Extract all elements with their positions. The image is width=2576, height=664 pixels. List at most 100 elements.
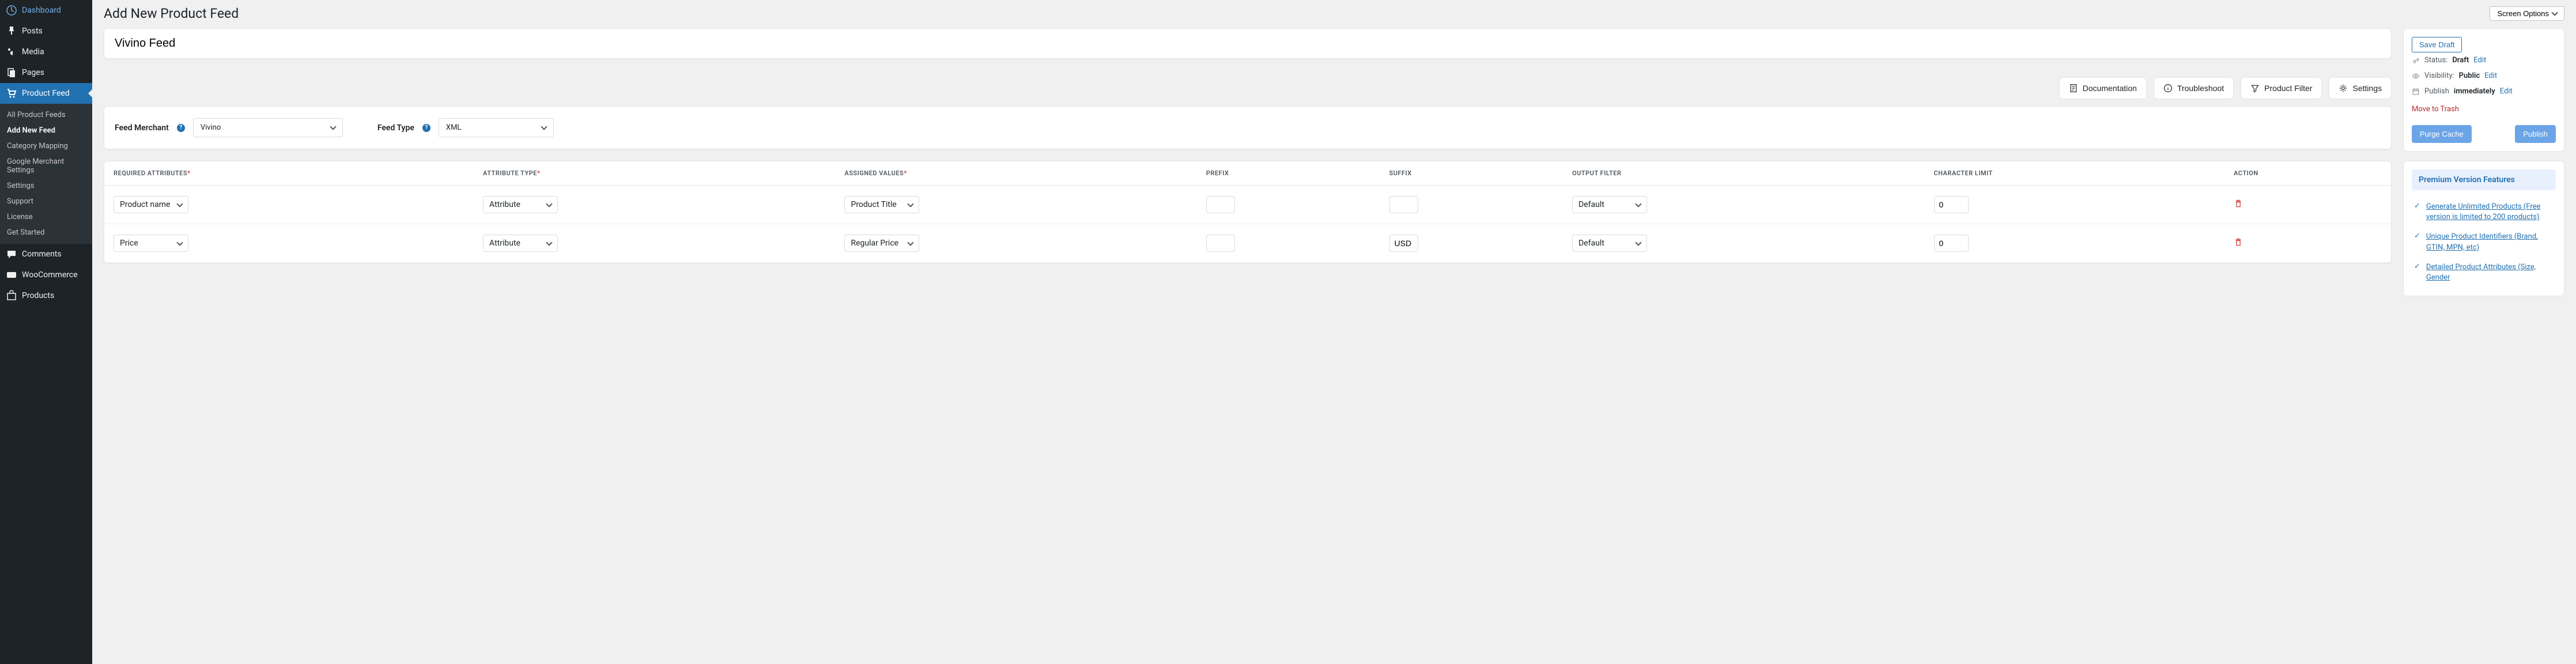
attr-type-select[interactable]: Attribute [483,235,558,252]
screen-options-toggle[interactable]: Screen Options [2490,6,2564,21]
table-row: Product name Attribute Product Title Def… [104,186,2391,224]
premium-feature-link[interactable]: Detailed Product Attributes (Size, Gende… [2426,262,2554,283]
label: Products [22,291,54,300]
suffix-input[interactable] [1389,196,1418,213]
sidebar-item-posts[interactable]: Posts [0,21,92,42]
product-filter-button[interactable]: Product Filter [2241,77,2322,99]
submenu-license[interactable]: License [0,209,92,225]
sidebar-item-comments[interactable]: Comments [0,244,92,265]
label: WooCommerce [22,270,78,280]
th-suffix: SUFFIX [1380,161,1563,186]
key-icon [2412,56,2420,65]
premium-feature-item: ✓Unique Product Identifiers (Brand, GTIN… [2412,227,2556,257]
submenu-all-feeds[interactable]: All Product Feeds [0,107,92,123]
sidebar-item-product-feed[interactable]: Product Feed [0,83,92,104]
required-attr-select[interactable]: Price [114,235,188,252]
char-limit-input[interactable] [1934,235,1969,252]
submenu-get-started[interactable]: Get Started [0,225,92,240]
sidebar-item-woocommerce[interactable]: WooCommerce [0,265,92,285]
purge-cache-button[interactable]: Purge Cache [2412,125,2472,143]
table-row: Price Attribute Regular Price Default [104,224,2391,263]
premium-title: Premium Version Features [2412,169,2556,190]
feed-title-input[interactable] [115,37,2381,50]
cart-icon [6,88,17,99]
save-draft-button[interactable]: Save Draft [2412,37,2462,52]
visibility-row: Visibility: Public Edit [2412,68,2556,84]
submenu-support[interactable]: Support [0,194,92,209]
help-icon[interactable]: ? [177,124,185,132]
assigned-value-select[interactable]: Regular Price [844,235,919,252]
char-limit-input[interactable] [1934,196,1969,213]
chevron-down-icon [541,123,547,130]
output-filter-select[interactable]: Default [1572,235,1647,252]
premium-feature-item: ✓Generate Unlimited Products (Free versi… [2412,197,2556,227]
delete-row-button[interactable] [2234,237,2243,247]
assigned-value-select[interactable]: Product Title [844,196,919,213]
info-icon [2163,84,2173,93]
gear-icon [2339,84,2348,93]
label: Dashboard [22,6,61,15]
prefix-input[interactable] [1206,235,1235,252]
help-icon[interactable]: ? [422,124,430,132]
calendar-icon [2412,88,2420,96]
products-icon [6,290,17,301]
edit-schedule-link[interactable]: Edit [2500,87,2513,96]
settings-button[interactable]: Settings [2329,77,2392,99]
documentation-button[interactable]: Documentation [2059,77,2147,99]
sidebar-item-dashboard[interactable]: Dashboard [0,0,92,21]
required-attr-select[interactable]: Product name [114,196,188,213]
premium-box: Premium Version Features ✓Generate Unlim… [2403,161,2564,296]
label: Posts [22,27,43,36]
schedule-row: Publish immediately Edit [2412,84,2556,99]
page-title: Add New Product Feed [104,6,239,21]
feed-config-card: Feed Merchant ? Vivino Feed Type ? XML [104,106,2392,149]
trash-icon [2234,199,2243,208]
premium-feature-item: ✓ Detailed Product Attributes (Size, Gend… [2412,258,2556,288]
media-icon [6,46,17,58]
publish-button[interactable]: Publish [2515,125,2556,143]
feed-type-select[interactable]: XML [439,118,554,137]
move-to-trash-link[interactable]: Move to Trash [2412,105,2459,114]
label: Media [22,47,44,56]
merchant-select[interactable]: Vivino [193,118,343,137]
edit-status-link[interactable]: Edit [2473,56,2486,65]
sidebar-item-pages[interactable]: Pages [0,62,92,83]
prefix-input[interactable] [1206,196,1235,213]
sidebar-item-media[interactable]: Media [0,42,92,62]
th-required: REQUIRED ATTRIBUTES* [104,161,474,186]
attr-type-select[interactable]: Attribute [483,196,558,213]
submenu-add-new[interactable]: Add New Feed [0,123,92,138]
feed-title-card [104,28,2392,59]
label: Pages [22,68,44,77]
delete-row-button[interactable] [2234,199,2243,208]
admin-sidebar: Dashboard Posts Media Pages Product Feed… [0,0,92,664]
eye-icon [2412,72,2420,80]
submenu-google-merchant[interactable]: Google Merchant Settings [0,154,92,178]
th-action: ACTION [2224,161,2391,186]
check-icon: ✓ [2414,262,2420,283]
premium-feature-link[interactable]: Unique Product Identifiers (Brand, GTIN,… [2426,232,2554,252]
status-row: Status: Draft Edit [2412,52,2556,68]
pin-icon [6,25,17,37]
th-assigned: ASSIGNED VALUES* [835,161,1196,186]
troubleshoot-button[interactable]: Troubleshoot [2154,77,2234,99]
chevron-down-icon [2551,9,2558,16]
th-prefix: PREFIX [1197,161,1380,186]
suffix-input[interactable] [1389,235,1418,252]
output-filter-select[interactable]: Default [1572,196,1647,213]
page-icon [6,67,17,78]
publish-box: Save Draft Status: Draft Edit Visibility… [2403,28,2564,152]
sidebar-item-products[interactable]: Products [0,285,92,306]
comment-icon [6,248,17,260]
attributes-table-card: REQUIRED ATTRIBUTES* ATTRIBUTE TYPE* ASS… [104,161,2392,263]
th-attr-type: ATTRIBUTE TYPE* [474,161,835,186]
trash-icon [2234,237,2243,247]
submenu-category-mapping[interactable]: Category Mapping [0,138,92,154]
premium-feature-link[interactable]: Generate Unlimited Products (Free versio… [2426,202,2554,222]
main-content: Add New Product Feed Screen Options Docu… [92,0,2576,664]
edit-visibility-link[interactable]: Edit [2484,71,2497,80]
woo-icon [6,269,17,281]
submenu: All Product Feeds Add New Feed Category … [0,104,92,244]
submenu-settings[interactable]: Settings [0,178,92,194]
label: Comments [22,250,62,259]
